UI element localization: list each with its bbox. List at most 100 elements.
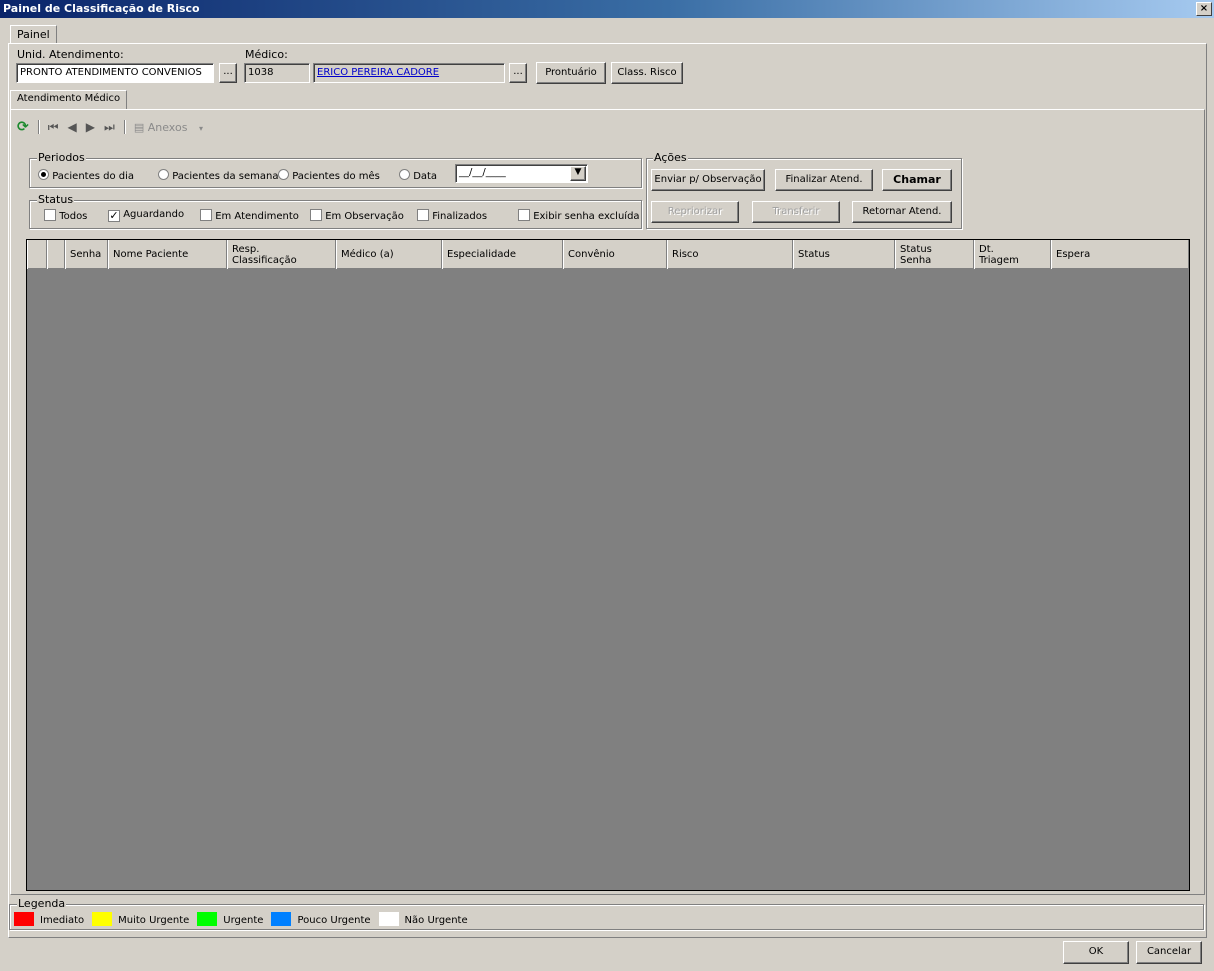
class-risco-button[interactable]: Class. Risco <box>611 62 683 84</box>
unid-field[interactable]: PRONTO ATENDIMENTO CONVENIOS <box>16 63 214 83</box>
anexos-button[interactable]: ▤ Anexos ▾ <box>134 121 203 134</box>
finalizar-atend-button[interactable]: Finalizar Atend. <box>775 169 873 191</box>
column-header-text: Status <box>798 249 830 260</box>
legend-items: Imediato Muito Urgente Urgente Pouco Urgent… <box>14 912 476 926</box>
grid-header: Senha Nome Paciente Resp. Classificação Médi… <box>27 240 1189 269</box>
attachment-icon: ▤ <box>133 120 145 134</box>
check-finalizados[interactable]: Finalizados <box>417 209 487 222</box>
grid-column-header[interactable] <box>27 240 47 269</box>
radio-label: Data <box>413 171 438 182</box>
grid-column-header[interactable]: Convênio <box>563 240 667 269</box>
column-header-text: Risco <box>672 249 699 260</box>
checkbox-label: Aguardando <box>123 209 185 220</box>
date-field[interactable]: __/__/____ <box>455 164 588 183</box>
checkbox-box <box>417 209 429 221</box>
column-header-line: Médico (a) <box>341 249 394 260</box>
checkbox-label: Exibir senha excluída <box>533 211 640 222</box>
cancelar-button[interactable]: Cancelar <box>1136 941 1202 964</box>
medico-browse-button[interactable]: ... <box>509 63 527 83</box>
unid-browse-button[interactable]: ... <box>219 63 237 83</box>
radio-indicator <box>278 169 289 180</box>
legend-swatch <box>197 912 218 926</box>
last-record-icon[interactable]: ⏭ <box>104 120 115 135</box>
legend-item: Não Urgente <box>378 912 468 926</box>
chevron-down-icon: ▾ <box>198 123 203 133</box>
grid-column-header[interactable]: Médico (a) <box>336 240 442 269</box>
prev-record-icon[interactable]: ◀ <box>68 120 77 134</box>
column-header-text: Especialidade <box>447 249 516 260</box>
legend-label: Urgente <box>223 915 264 926</box>
checkbox-label: Em Observação <box>325 211 404 222</box>
legend-item: Muito Urgente <box>92 912 189 926</box>
grid-column-header[interactable]: Nome Paciente <box>108 240 227 269</box>
legend-item: Imediato <box>14 912 84 926</box>
column-header-line: Triagem <box>979 254 1019 266</box>
legend-swatch <box>92 912 113 926</box>
transferir-button[interactable]: Transferir <box>752 201 840 223</box>
column-header-line: Status <box>798 249 830 260</box>
check-aguardando[interactable]: ✓ Aguardando <box>108 209 184 222</box>
column-header-line: Resp. <box>232 243 260 255</box>
grid-column-header[interactable]: Status <box>793 240 895 269</box>
prontuario-button[interactable]: Prontuário <box>536 62 606 84</box>
radio-pacientes-mes[interactable]: Pacientes do mês <box>278 169 380 182</box>
next-record-icon[interactable]: ▶ <box>86 120 95 134</box>
grid-column-header[interactable]: Dt. Triagem <box>974 240 1051 269</box>
medico-name-link[interactable]: ERICO PEREIRA CADORE <box>313 63 505 83</box>
check-todos[interactable]: Todos <box>44 209 87 222</box>
check-exibir-senha-excluida[interactable]: Exibir senha excluída <box>518 209 640 222</box>
grid-column-header[interactable] <box>47 240 65 269</box>
title-bar: Painel de Classificação de Risco × <box>0 0 1214 18</box>
column-header-text: Status Senha <box>900 244 932 266</box>
column-header-text: Médico (a) <box>341 249 394 260</box>
enviar-observacao-button[interactable]: Enviar p/ Observação <box>651 169 765 191</box>
column-header-line: Espera <box>1056 249 1091 260</box>
patients-grid[interactable]: Senha Nome Paciente Resp. Classificação Médi… <box>26 239 1190 891</box>
retornar-atend-button[interactable]: Retornar Atend. <box>852 201 952 223</box>
grid-column-header[interactable]: Resp. Classificação <box>227 240 336 269</box>
check-em-atendimento[interactable]: Em Atendimento <box>200 209 299 222</box>
checkbox-box <box>518 209 530 221</box>
legend-item: Pouco Urgente <box>271 912 371 926</box>
checkbox-box: ✓ <box>108 209 120 222</box>
tab-painel[interactable]: Painel <box>10 25 57 44</box>
checkbox-label: Todos <box>59 211 88 222</box>
legend-label: Pouco Urgente <box>297 915 371 926</box>
medico-code-field[interactable]: 1038 <box>244 63 310 83</box>
tab-atendimento-medico[interactable]: Atendimento Médico <box>10 90 128 109</box>
radio-label: Pacientes do dia <box>52 171 135 182</box>
column-header-line: Status <box>900 243 932 255</box>
close-button[interactable]: × <box>1196 2 1212 16</box>
grid-column-header[interactable]: Espera <box>1051 240 1189 269</box>
grid-column-header[interactable]: Especialidade <box>442 240 563 269</box>
check-em-observacao[interactable]: Em Observação <box>310 209 404 222</box>
checkbox-label: Finalizados <box>432 211 488 222</box>
column-header-text: Nome Paciente <box>113 249 188 260</box>
checkbox-box <box>310 209 322 221</box>
column-header-line: Dt. <box>979 243 994 255</box>
legend-label: Muito Urgente <box>118 915 190 926</box>
first-record-icon[interactable]: ⏮ <box>48 120 59 135</box>
column-header-text: Convênio <box>568 249 615 260</box>
date-dropdown-button[interactable]: ▼ <box>570 166 586 181</box>
window-title: Painel de Classificação de Risco <box>3 2 200 15</box>
grid-column-header[interactable]: Risco <box>667 240 793 269</box>
radio-pacientes-semana[interactable]: Pacientes da semana <box>158 169 278 182</box>
column-header-line: Nome Paciente <box>113 249 189 260</box>
checkbox-box <box>44 209 56 221</box>
legend-swatch <box>271 912 292 926</box>
column-header-line: Classificação <box>232 254 297 266</box>
grid-column-header[interactable]: Senha <box>65 240 108 269</box>
ok-button[interactable]: OK <box>1063 941 1129 964</box>
column-header-line: Senha <box>70 249 102 260</box>
chamar-button[interactable]: Chamar <box>882 169 952 191</box>
repriorizar-button[interactable]: Repriorizar <box>651 201 739 223</box>
column-header-line: Especialidade <box>447 249 516 260</box>
radio-pacientes-dia[interactable]: Pacientes do dia <box>38 169 134 182</box>
grid-column-header[interactable]: Status Senha <box>895 240 974 269</box>
refresh-icon[interactable]: ⟳ <box>17 119 29 135</box>
radio-label: Pacientes da semana <box>172 171 279 182</box>
checkbox-label: Em Atendimento <box>215 211 299 222</box>
legend-item: Urgente <box>197 912 263 926</box>
radio-data[interactable]: Data <box>399 169 437 182</box>
